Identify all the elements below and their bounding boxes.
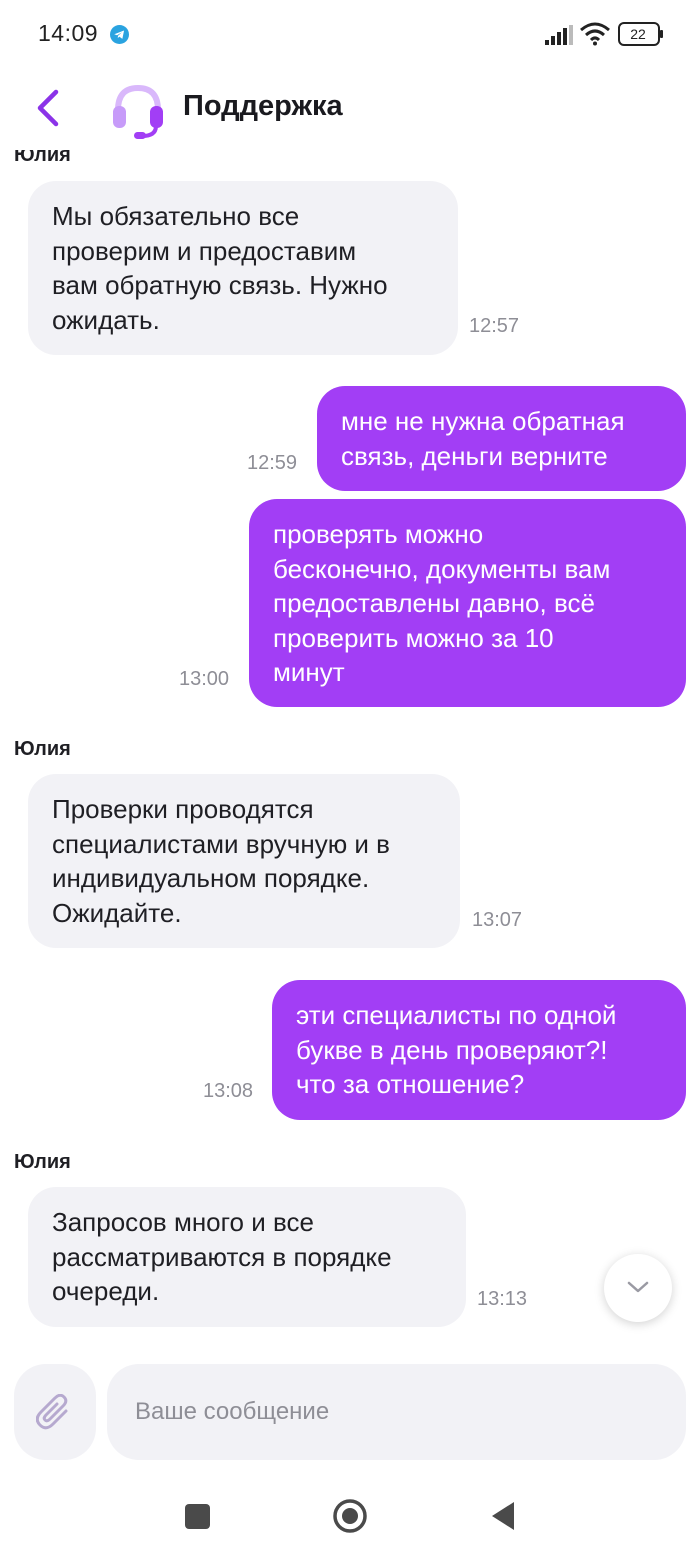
chat-header: Поддержка xyxy=(0,70,700,150)
message-line: индивидуальном порядке. xyxy=(52,863,370,893)
message-time: 13:07 xyxy=(472,909,523,931)
system-back-button[interactable] xyxy=(490,1500,516,1532)
message-time: 13:00 xyxy=(179,668,230,690)
chevron-down-icon xyxy=(627,1281,649,1293)
message-input[interactable] xyxy=(107,1364,686,1460)
message-line: проверять можно xyxy=(273,519,484,549)
home-button[interactable] xyxy=(332,1498,368,1534)
message-line: проверить можно за 10 xyxy=(273,622,554,653)
system-nav-bar xyxy=(0,1480,700,1556)
message-line: минут xyxy=(273,657,345,687)
status-time: 14:09 xyxy=(38,20,99,46)
message-line: связь, деньги верните xyxy=(341,440,608,471)
message-line: Мы обязательно все xyxy=(52,201,300,231)
attach-button[interactable] xyxy=(14,1364,96,1460)
recent-apps-button[interactable] xyxy=(185,1504,210,1529)
sender-name: Юлия xyxy=(14,738,71,760)
message-line: ожидать. xyxy=(52,304,160,335)
message-line: эти специалисты по одной xyxy=(296,1000,617,1030)
incoming-message[interactable]: Запросов много и все рассматриваются в п… xyxy=(28,1187,466,1327)
outgoing-message[interactable]: мне не нужна обратная связь, деньги верн… xyxy=(317,386,686,491)
message-line: мне не нужна обратная xyxy=(341,406,625,436)
message-line: специалистами вручную и в xyxy=(52,828,390,859)
incoming-message[interactable]: Проверки проводятся специалистами вручну… xyxy=(28,774,460,948)
outgoing-message[interactable]: проверять можно бесконечно, документы ва… xyxy=(249,499,686,707)
message-line: Ожидайте. xyxy=(52,897,182,928)
message-line: предоставлены давно, всё xyxy=(273,588,595,618)
wifi-icon xyxy=(580,22,610,46)
headset-icon xyxy=(113,84,163,139)
message-line: что за отношение? xyxy=(296,1069,525,1099)
chat-title: Поддержка xyxy=(183,90,343,122)
message-line: проверим и предоставим xyxy=(52,235,357,266)
message-line: букве в день проверяют?! xyxy=(296,1034,608,1065)
battery-level: 22 xyxy=(630,26,646,42)
message-line: Запросов много и все xyxy=(52,1207,314,1237)
message-line: рассматриваются в порядке xyxy=(52,1241,392,1272)
outgoing-message[interactable]: эти специалисты по одной букве в день пр… xyxy=(272,980,686,1120)
signal-icon xyxy=(545,25,573,45)
message-time: 13:13 xyxy=(477,1288,528,1310)
message-line: бесконечно, документы вам xyxy=(273,553,611,584)
message-time: 13:08 xyxy=(203,1080,254,1102)
message-line: вам обратную связь. Нужно xyxy=(52,270,388,300)
back-button[interactable] xyxy=(28,86,72,130)
paperclip-icon xyxy=(36,1394,68,1430)
telegram-icon xyxy=(110,25,129,44)
message-time: 12:59 xyxy=(247,452,298,474)
scroll-to-bottom-button[interactable] xyxy=(604,1254,672,1322)
message-line: очереди. xyxy=(52,1276,160,1306)
message-list[interactable]: Юлия Мы обязательно все проверим и предо… xyxy=(0,150,700,1350)
sender-name: Юлия xyxy=(14,150,71,166)
message-line: Проверки проводятся xyxy=(52,794,314,824)
sender-name: Юлия xyxy=(14,1151,71,1173)
status-bar: 14:09 22 xyxy=(0,0,700,70)
incoming-message[interactable]: Мы обязательно все проверим и предостави… xyxy=(28,181,458,355)
message-time: 12:57 xyxy=(469,315,520,337)
